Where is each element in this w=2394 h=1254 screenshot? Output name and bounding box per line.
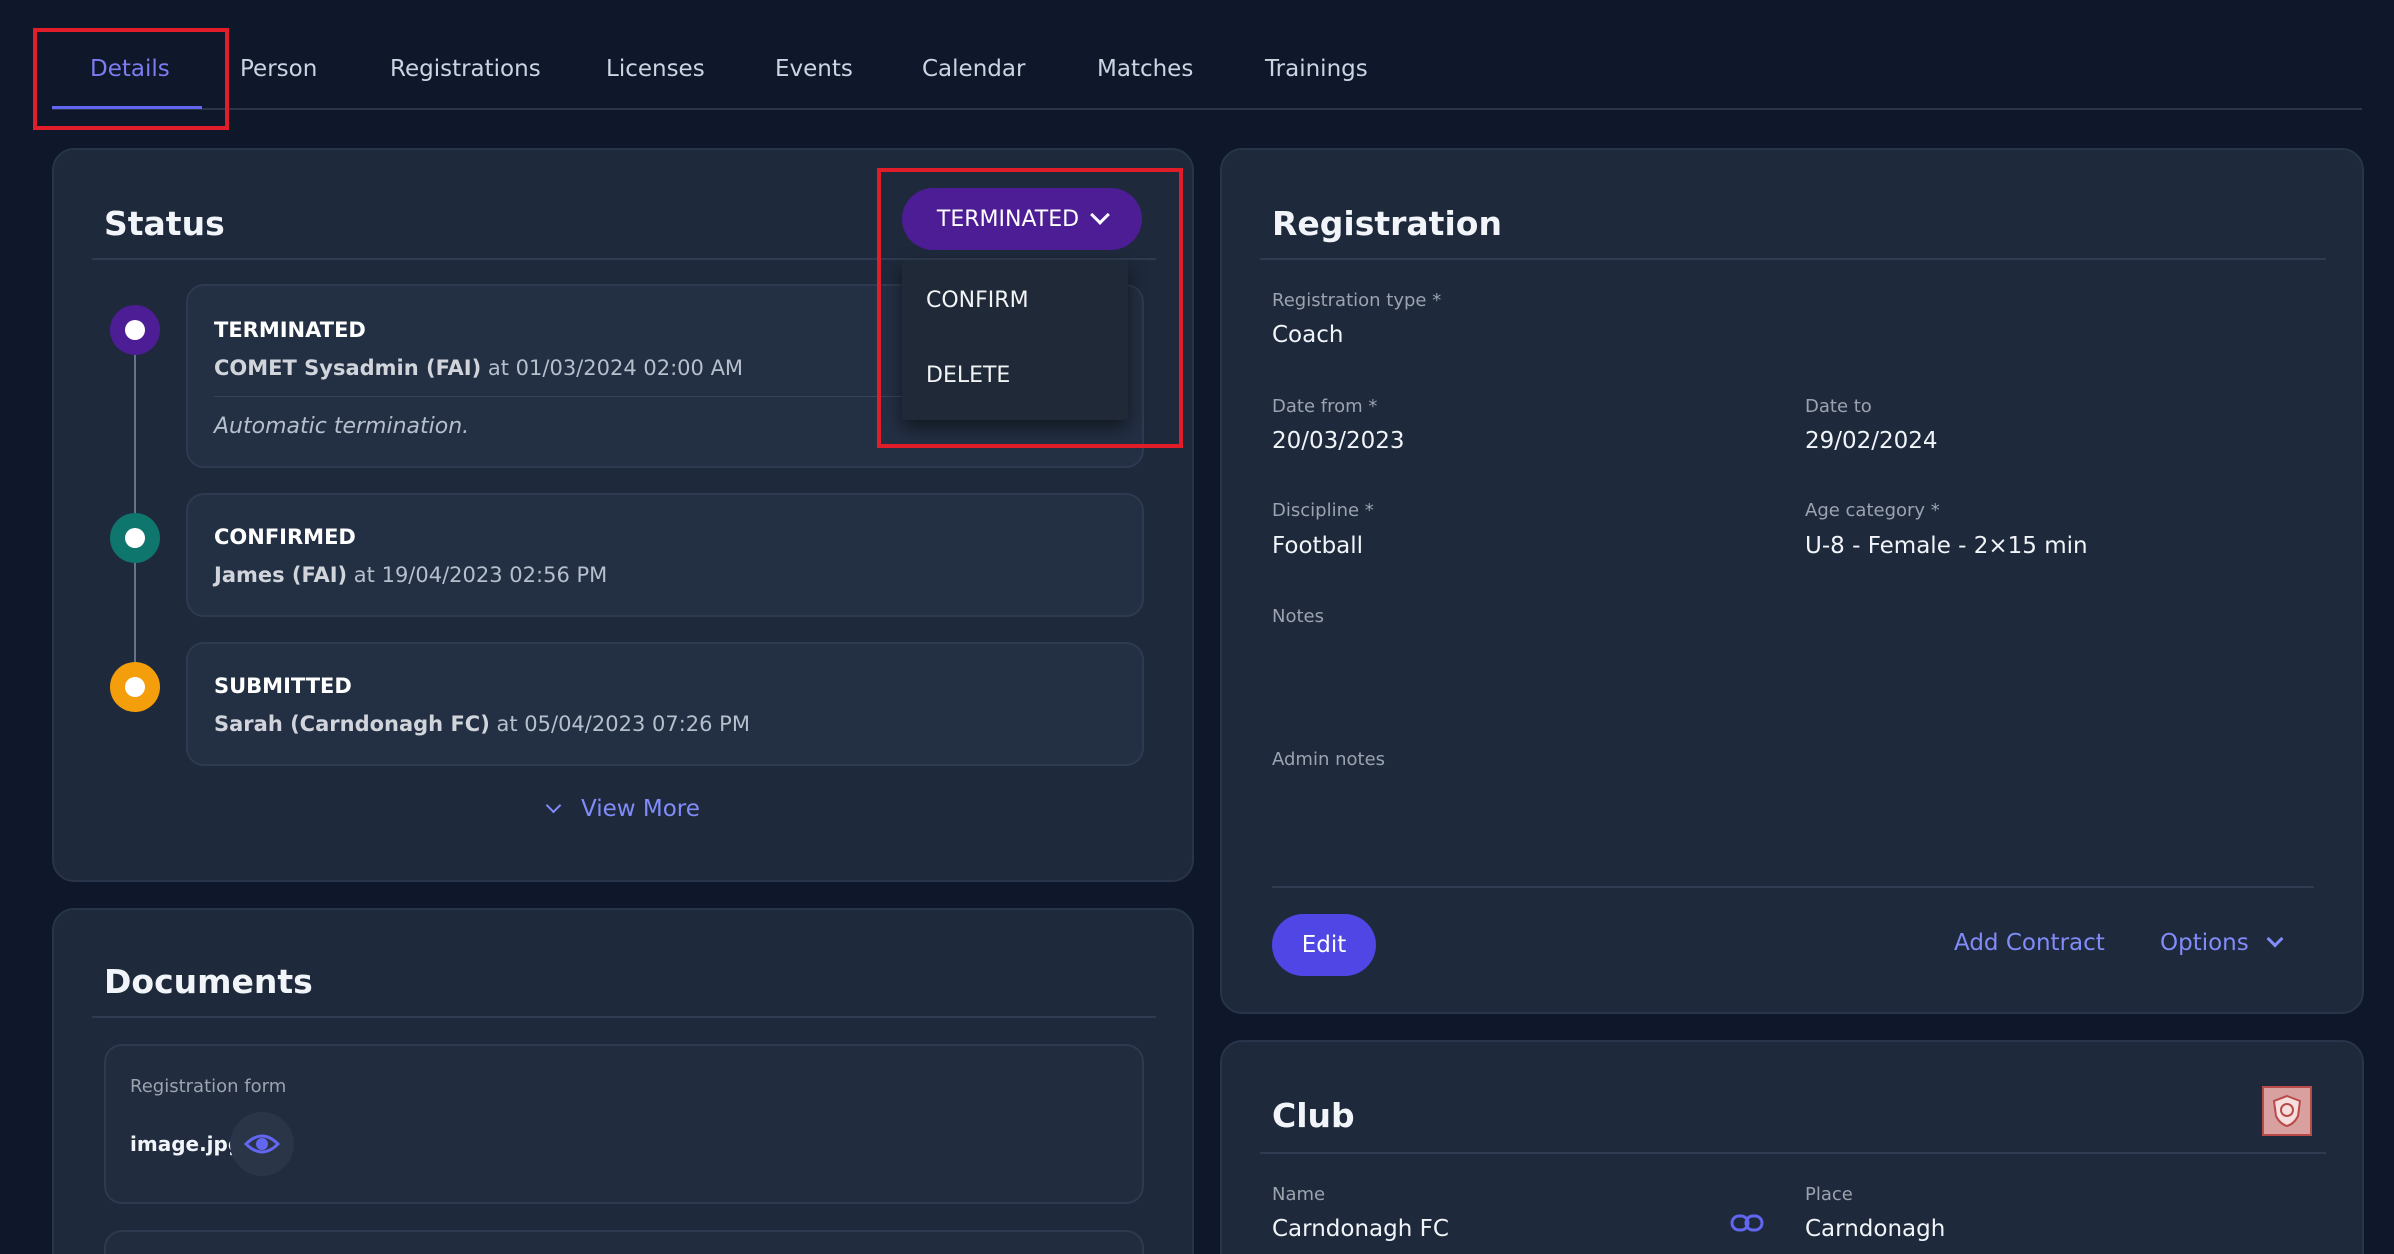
- registration-actions-divider: [1272, 886, 2314, 888]
- club-divider: [1260, 1152, 2326, 1154]
- date-to-label: Date to: [1805, 396, 1872, 417]
- menu-item-delete[interactable]: DELETE: [926, 363, 1010, 388]
- club-place-label: Place: [1805, 1184, 1853, 1205]
- date-from-label: Date from *: [1272, 396, 1378, 417]
- event-meta: COMET Sysadmin (FAI) at 01/03/2024 02:00…: [214, 356, 744, 380]
- documents-title: Documents: [104, 962, 313, 1001]
- tab-matches[interactable]: Matches: [1097, 56, 1193, 82]
- tab-events[interactable]: Events: [775, 56, 853, 82]
- registration-type-label: Registration type *: [1272, 290, 1442, 311]
- timeline-dot-terminated: [110, 305, 160, 355]
- options-button[interactable]: Options: [2160, 930, 2284, 956]
- status-dropdown-menu: CONFIRM DELETE: [902, 260, 1128, 420]
- timeline-dot-submitted: [110, 662, 160, 712]
- tab-licenses[interactable]: Licenses: [606, 56, 705, 82]
- view-document-button[interactable]: [230, 1112, 294, 1176]
- document-item-2: [104, 1230, 1144, 1254]
- menu-item-confirm[interactable]: CONFIRM: [926, 288, 1029, 313]
- chevron-down-icon: [2266, 930, 2284, 948]
- event-note: Automatic termination.: [214, 414, 470, 439]
- club-crest-icon: [2262, 1086, 2312, 1136]
- club-title: Club: [1272, 1096, 1355, 1135]
- admin-notes-label: Admin notes: [1272, 749, 1386, 770]
- discipline-value: Football: [1272, 533, 1364, 559]
- event-title: SUBMITTED: [214, 674, 352, 698]
- event-meta: James (FAI) at 19/04/2023 02:56 PM: [214, 563, 608, 587]
- tab-bar: [52, 0, 2362, 110]
- eye-icon: [244, 1134, 280, 1154]
- add-contract-link[interactable]: Add Contract: [1954, 930, 2105, 956]
- event-submitted: SUBMITTED Sarah (Carndonagh FC) at 05/04…: [186, 642, 1144, 766]
- event-title: CONFIRMED: [214, 525, 356, 549]
- notes-label: Notes: [1272, 606, 1324, 627]
- tab-registrations[interactable]: Registrations: [390, 56, 541, 82]
- timeline-line: [134, 330, 136, 684]
- chevron-down-icon: [1090, 205, 1110, 225]
- registration-title: Registration: [1272, 204, 1502, 243]
- event-meta: Sarah (Carndonagh FC) at 05/04/2023 07:2…: [214, 712, 750, 736]
- status-title: Status: [104, 204, 225, 243]
- documents-divider: [92, 1016, 1156, 1018]
- registration-divider: [1260, 258, 2326, 260]
- club-name-label: Name: [1272, 1184, 1326, 1205]
- tab-calendar[interactable]: Calendar: [922, 56, 1025, 82]
- chevron-down-icon: [545, 797, 562, 813]
- tab-person[interactable]: Person: [240, 56, 317, 82]
- age-category-label: Age category *: [1805, 500, 1940, 521]
- timeline-dot-confirmed: [110, 513, 160, 563]
- view-more-button[interactable]: View More: [545, 796, 700, 822]
- document-file-name: image.jpg: [130, 1132, 243, 1156]
- event-title: TERMINATED: [214, 318, 366, 342]
- date-to-value: 29/02/2024: [1805, 428, 1938, 454]
- registration-type-value: Coach: [1272, 322, 1344, 348]
- club-name-value: Carndonagh FC: [1272, 1216, 1449, 1242]
- event-confirmed: CONFIRMED James (FAI) at 19/04/2023 02:5…: [186, 493, 1144, 617]
- tab-trainings[interactable]: Trainings: [1265, 56, 1368, 82]
- age-category-value: U-8 - Female - 2×15 min: [1805, 533, 2088, 559]
- date-from-value: 20/03/2023: [1272, 428, 1405, 454]
- edit-button[interactable]: Edit: [1272, 914, 1376, 976]
- link-icon[interactable]: [1730, 1214, 1764, 1236]
- document-label: Registration form: [130, 1076, 287, 1097]
- active-tab-indicator: [52, 106, 202, 109]
- registration-card: [1220, 148, 2364, 1014]
- tab-details[interactable]: Details: [90, 56, 170, 82]
- discipline-label: Discipline *: [1272, 500, 1374, 521]
- status-dropdown-button[interactable]: TERMINATED: [902, 188, 1142, 250]
- club-place-value: Carndonagh: [1805, 1216, 1946, 1242]
